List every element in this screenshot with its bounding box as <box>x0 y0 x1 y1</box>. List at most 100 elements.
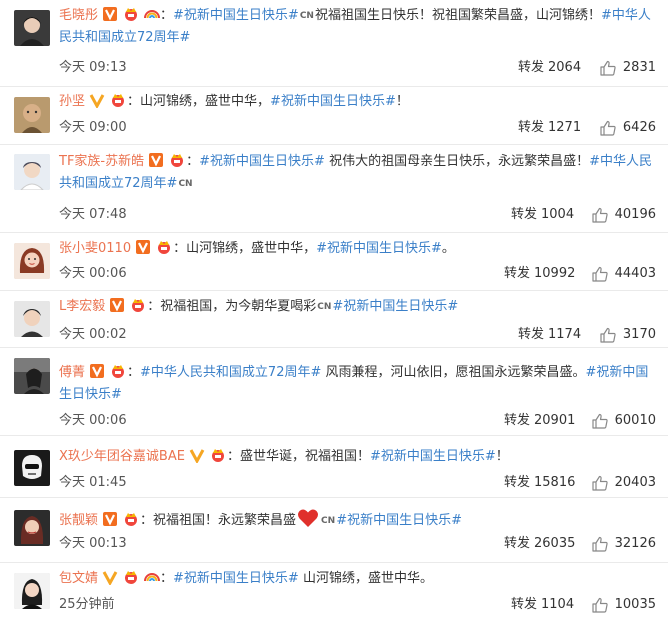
topic-link[interactable]: #祝新中国生日快乐# <box>199 154 325 169</box>
repost-button[interactable]: 转发 1271 <box>518 119 581 137</box>
username-link[interactable]: X玖少年团谷嘉诚BAE <box>59 449 185 464</box>
colon-separator: ： <box>127 365 141 380</box>
timestamp: 今天 01:45 <box>59 475 127 490</box>
timestamp: 今天 00:06 <box>59 266 127 281</box>
repost-count: 26035 <box>534 536 576 551</box>
verified-v-icon <box>102 569 118 585</box>
repost-button[interactable]: 转发 15816 <box>504 474 575 492</box>
repost-count: 1174 <box>548 327 582 342</box>
avatar[interactable] <box>14 510 50 546</box>
like-button[interactable]: 20403 <box>591 474 656 492</box>
thumbs-up-icon <box>591 265 609 283</box>
post-text: 山河锦绣，盛世中华。 <box>298 571 433 586</box>
repost-count: 10992 <box>534 266 576 281</box>
username-link[interactable]: 张小斐0110 <box>59 241 131 256</box>
verified-v-icon <box>135 239 151 255</box>
colon-separator: ： <box>186 154 200 169</box>
topic-link[interactable]: #祝新中国生日快乐# <box>270 94 396 109</box>
thumbs-up-icon <box>599 59 617 77</box>
repost-button[interactable]: 转发 20901 <box>504 412 575 430</box>
username-link[interactable]: TF家族-苏新皓 <box>59 154 144 169</box>
repost-button[interactable]: 转发 1004 <box>511 206 574 224</box>
like-button[interactable]: 40196 <box>591 206 656 224</box>
repost-button[interactable]: 转发 1104 <box>511 596 574 614</box>
like-button[interactable]: 10035 <box>591 596 656 614</box>
like-button[interactable]: 6426 <box>599 119 656 137</box>
post-content: 张小斐0110 ：山河锦绣，盛世中华，#祝新中国生日快乐#。 <box>59 238 660 260</box>
colon-separator: ： <box>226 449 240 464</box>
verified-v-icon <box>189 447 205 463</box>
like-button[interactable]: 3170 <box>599 326 656 344</box>
like-count: 10035 <box>614 597 656 612</box>
colon-separator: ： <box>173 241 187 256</box>
post-text: ！ <box>495 449 509 464</box>
post-content: TF家族-苏新皓 ：#祝新中国生日快乐# 祝伟大的祖国母亲生日快乐，永远繁荣昌盛！… <box>59 151 660 195</box>
like-button[interactable]: 44403 <box>591 265 656 283</box>
avatar[interactable] <box>14 358 50 394</box>
avatar[interactable] <box>14 301 50 337</box>
post-text: 盛世华诞，祝福祖国！ <box>239 449 370 464</box>
post-text: 。 <box>441 241 455 256</box>
cn-tag: CN <box>317 302 332 312</box>
post-content: X玖少年团谷嘉诚BAE ：盛世华诞，祝福祖国！#祝新中国生日快乐#！ <box>59 446 660 468</box>
like-count: 6426 <box>622 120 656 135</box>
verified-v-icon <box>89 363 105 379</box>
repost-label: 转发 <box>504 475 531 490</box>
like-button[interactable]: 2831 <box>599 59 656 77</box>
repost-count: 2064 <box>548 60 582 75</box>
repost-count: 1104 <box>541 597 575 612</box>
avatar[interactable] <box>14 243 50 279</box>
verified-v-icon <box>102 511 118 527</box>
topic-link[interactable]: #祝新中国生日快乐# <box>173 571 299 586</box>
avatar[interactable] <box>14 450 50 486</box>
topic-link[interactable]: #祝新中国生日快乐# <box>173 8 299 23</box>
avatar[interactable] <box>14 10 50 46</box>
colon-separator: ： <box>140 513 154 528</box>
verified-v-icon <box>148 152 164 168</box>
verified-v-icon <box>109 297 125 313</box>
timestamp: 今天 00:02 <box>59 327 127 342</box>
username-link[interactable]: 毛晓彤 <box>59 8 98 23</box>
timestamp: 今天 09:00 <box>59 120 127 135</box>
crown-badge-icon <box>209 447 227 463</box>
post-content: 毛晓彤 ：#祝新中国生日快乐#CN祝福祖国生日快乐！祝祖国繁荣昌盛，山河锦绣！#中… <box>59 5 660 49</box>
repost-button[interactable]: 转发 2064 <box>518 59 581 77</box>
avatar[interactable] <box>14 154 50 190</box>
verified-v-icon <box>89 92 105 108</box>
repost-count: 15816 <box>534 475 576 490</box>
topic-link[interactable]: #中华人民共和国成立72周年# <box>140 365 321 380</box>
post-text: 祝福祖国生日快乐！祝祖国繁荣昌盛，山河锦绣！ <box>314 8 601 23</box>
timestamp: 今天 09:13 <box>59 60 127 75</box>
post-text: 祝伟大的祖国母亲生日快乐，永远繁荣昌盛！ <box>324 154 590 169</box>
like-button[interactable]: 32126 <box>591 535 656 553</box>
repost-button[interactable]: 转发 10992 <box>504 265 575 283</box>
topic-link[interactable]: #祝新中国生日快乐# <box>370 449 496 464</box>
username-link[interactable]: 张靓颖 <box>59 513 98 528</box>
crown-badge-icon <box>122 511 140 527</box>
colon-separator: ： <box>160 8 174 23</box>
username-link[interactable]: L李宏毅 <box>59 299 105 314</box>
repost-button[interactable]: 转发 26035 <box>504 535 575 553</box>
timestamp: 今天 07:48 <box>59 207 127 222</box>
list-item: 孙坚 ：山河锦绣，盛世中华，#祝新中国生日快乐#！ 今天 09:00 转发 1271… <box>0 87 668 145</box>
username-link[interactable]: 孙坚 <box>59 94 85 109</box>
topic-link[interactable]: #祝新中国生日快乐# <box>336 513 462 528</box>
topic-link[interactable]: #祝新中国生日快乐# <box>316 241 442 256</box>
post-content: 张靓颖 ：祝福祖国！永远繁荣昌盛 CN#祝新中国生日快乐# <box>59 508 660 532</box>
avatar[interactable] <box>14 97 50 133</box>
like-count: 3170 <box>622 327 656 342</box>
repost-label: 转发 <box>518 327 545 342</box>
repost-label: 转发 <box>518 120 545 135</box>
topic-link[interactable]: #祝新中国生日快乐# <box>332 299 458 314</box>
crown-badge-icon <box>109 92 127 108</box>
post-text: 风雨兼程，河山依旧，愿祖国永远繁荣昌盛。 <box>321 365 586 380</box>
cn-tag: CN <box>178 179 193 189</box>
thumbs-up-icon <box>591 535 609 553</box>
like-button[interactable]: 60010 <box>591 412 656 430</box>
crown-badge-icon <box>155 239 173 255</box>
repost-button[interactable]: 转发 1174 <box>518 326 581 344</box>
username-link[interactable]: 傅菁 <box>59 365 85 380</box>
username-link[interactable]: 包文婧 <box>59 571 98 586</box>
thumbs-up-icon <box>591 206 609 224</box>
avatar[interactable] <box>14 573 50 609</box>
